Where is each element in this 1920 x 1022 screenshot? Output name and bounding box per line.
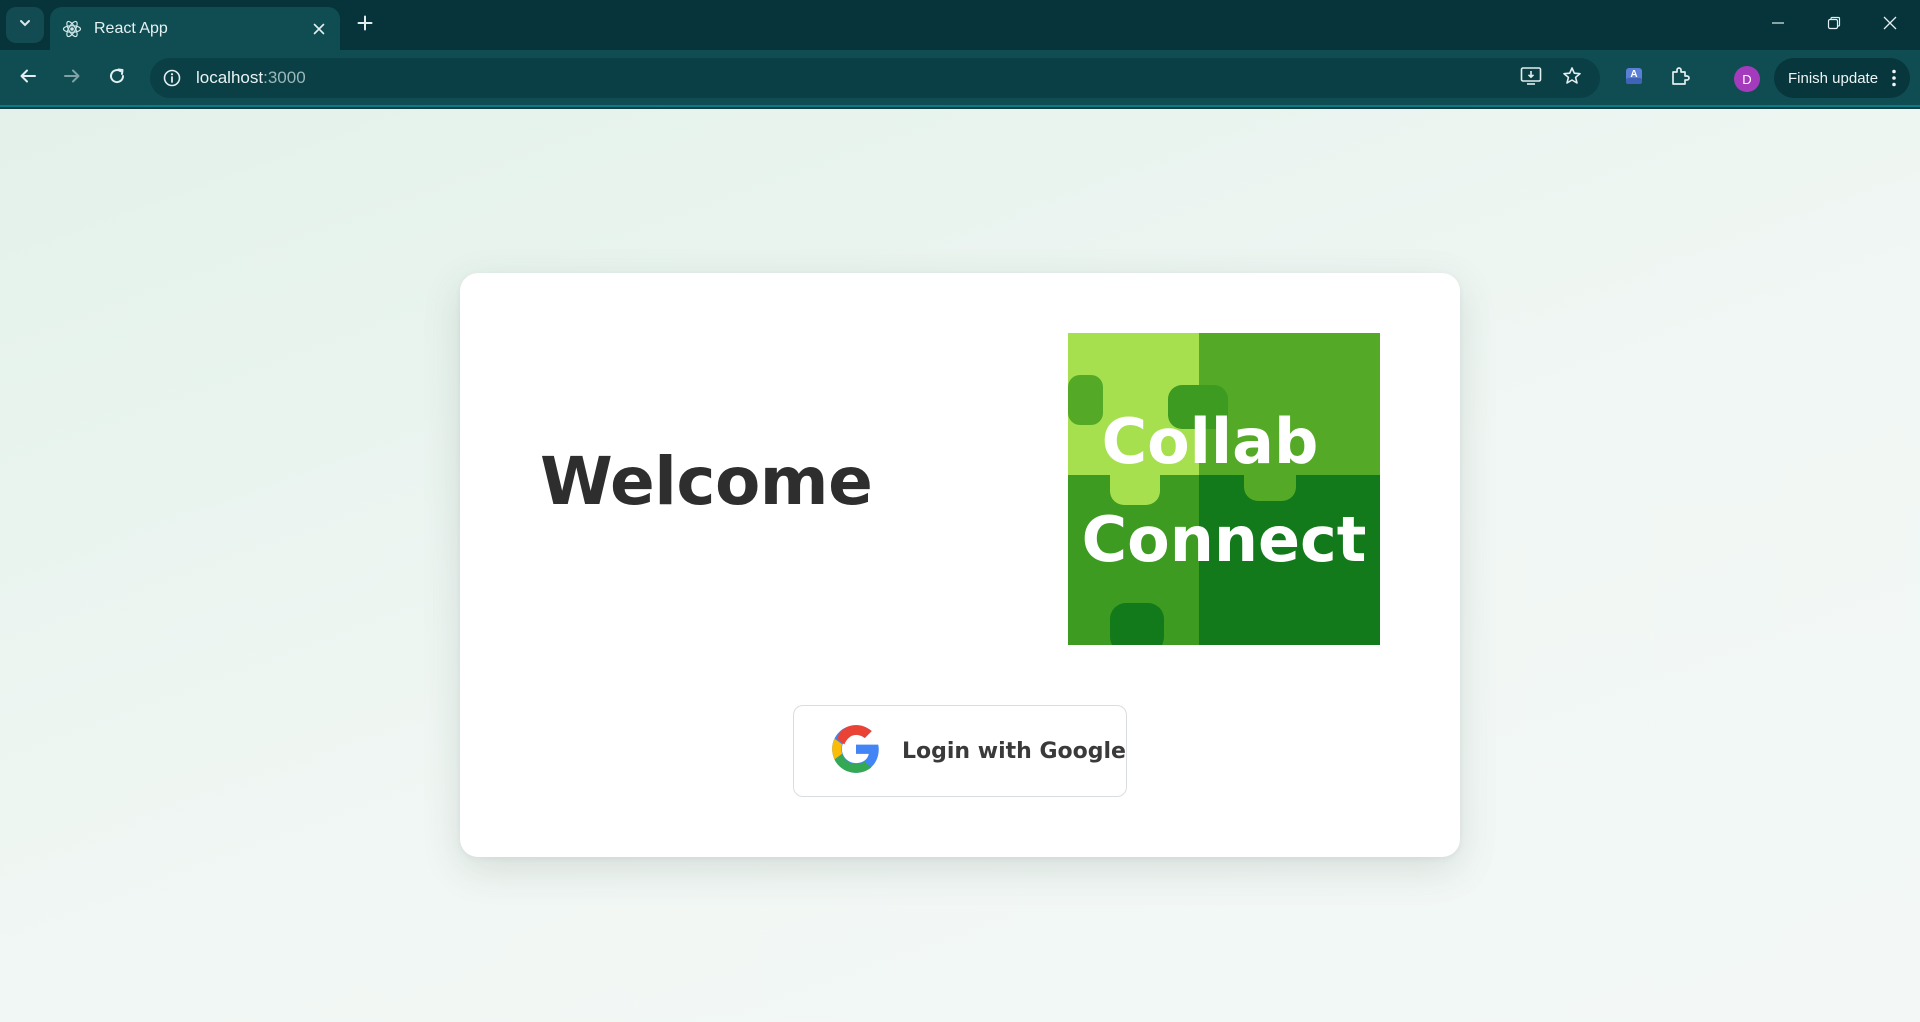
tab-search-button[interactable]: [6, 7, 44, 43]
minimize-button[interactable]: [1750, 0, 1806, 50]
login-with-google-button[interactable]: Login with Google: [793, 705, 1127, 797]
close-icon[interactable]: [308, 18, 330, 40]
tab-strip: React App: [0, 0, 1920, 50]
collab-connect-logo: Collab Connect: [1068, 333, 1380, 653]
new-tab-button[interactable]: [352, 12, 378, 38]
plus-icon: [357, 15, 373, 36]
react-icon: [62, 19, 82, 39]
star-icon: [1562, 66, 1582, 91]
info-icon[interactable]: [160, 66, 184, 90]
arrow-right-icon: [63, 67, 81, 90]
url-host: localhost: [196, 68, 264, 87]
login-card: Welcome Collab Connect Login with Google: [460, 273, 1460, 857]
restore-icon: [1827, 16, 1841, 35]
tab-title: React App: [94, 19, 168, 37]
url-port: :3000: [263, 68, 306, 87]
puzzle-icon: [1669, 65, 1691, 92]
profile-avatar[interactable]: D: [1734, 66, 1760, 92]
finish-update-button[interactable]: Finish update: [1774, 58, 1910, 98]
forward-button[interactable]: [54, 60, 90, 96]
tab-react-app[interactable]: React App: [50, 7, 340, 50]
bookmark-button[interactable]: [1556, 60, 1588, 96]
translate-extension-icon: A: [1624, 66, 1644, 91]
reload-button[interactable]: [99, 60, 135, 96]
page-viewport: Welcome Collab Connect Login with Google: [0, 109, 1920, 1022]
address-bar[interactable]: localhost:3000: [150, 58, 1600, 98]
welcome-heading: Welcome: [540, 443, 873, 520]
svg-text:A: A: [1630, 69, 1637, 80]
logo-line-collab: Collab: [1102, 405, 1319, 478]
back-button[interactable]: [10, 60, 46, 96]
close-icon: [1883, 16, 1897, 35]
finish-update-label: Finish update: [1788, 69, 1879, 87]
google-icon: [830, 723, 902, 780]
more-vert-icon[interactable]: [1886, 67, 1902, 89]
reload-icon: [108, 67, 126, 90]
minimize-icon: [1771, 16, 1785, 35]
extensions-button[interactable]: [1664, 60, 1696, 96]
restore-button[interactable]: [1806, 0, 1862, 50]
logo-line-connect: Connect: [1082, 503, 1367, 576]
chevron-down-icon: [18, 16, 32, 35]
extension-translate-button[interactable]: A: [1618, 60, 1650, 96]
login-button-label: Login with Google: [902, 738, 1126, 764]
url-text: localhost:3000: [196, 68, 306, 88]
install-app-button[interactable]: [1515, 60, 1547, 96]
install-icon: [1520, 66, 1542, 91]
arrow-left-icon: [19, 67, 37, 90]
window-close-button[interactable]: [1862, 0, 1918, 50]
browser-toolbar: localhost:3000 A D Finish update: [0, 50, 1920, 107]
